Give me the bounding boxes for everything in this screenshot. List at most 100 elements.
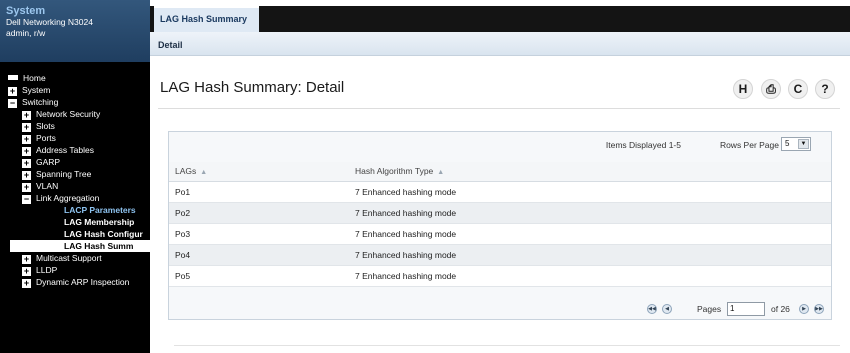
expand-icon[interactable]: + [22, 183, 31, 192]
lag-table: LAGs ▲ Hash Algorithm Type ▲ Po1 7 Enhance… [169, 162, 831, 287]
nav-link-aggregation-label: Link Aggregation [36, 193, 100, 203]
nav-network-security-label: Network Security [36, 109, 101, 119]
sort-icon: ▲ [437, 169, 445, 177]
expand-icon[interactable]: + [22, 135, 31, 144]
nav-system-label: System [22, 85, 51, 95]
nav-network-security[interactable]: + Network Security [0, 108, 150, 120]
page-total: of 26 [771, 304, 790, 314]
nav-dynamic-arp-inspection[interactable]: + Dynamic ARP Inspection [0, 276, 150, 288]
hash-cell: 7 Enhanced hashing mode [349, 244, 831, 266]
divider [158, 108, 840, 109]
nav-spanning-tree[interactable]: + Spanning Tree [0, 168, 150, 180]
expand-icon[interactable]: + [22, 279, 31, 288]
nav-lldp-label: LLDP [36, 265, 58, 275]
main-content: LAG Hash Summary Detail LAG Hash Summary… [150, 0, 850, 353]
system-title: System [6, 5, 46, 17]
nav-lacp-parameters[interactable]: LACP Parameters [0, 204, 150, 216]
nav-home-label: Home [23, 73, 46, 83]
first-page-icon[interactable]: ◀◀ [647, 304, 657, 314]
table-row[interactable]: Po4 7 Enhanced hashing mode [169, 244, 831, 266]
nav-garp[interactable]: + GARP [0, 156, 150, 168]
nav-multicast-support[interactable]: + Multicast Support [0, 252, 150, 264]
hash-cell: 7 Enhanced hashing mode [349, 181, 831, 203]
nav-switching[interactable]: − Switching [0, 96, 150, 108]
nav-lag-membership[interactable]: LAG Membership [0, 216, 150, 228]
column-header-lags[interactable]: LAGs ▲ [169, 162, 349, 182]
expand-icon[interactable]: + [22, 267, 31, 276]
sub-tab-bar: Detail [150, 32, 850, 56]
help-icon[interactable]: H [733, 79, 753, 99]
nav-garp-label: GARP [36, 157, 61, 167]
device-name: Dell Networking N3024 [6, 17, 93, 27]
nav-ports-label: Ports [36, 133, 56, 143]
rows-per-page-value: 5 [785, 139, 790, 148]
rows-per-page-label: Rows Per Page [719, 140, 779, 150]
column-header-hash-algorithm[interactable]: Hash Algorithm Type ▲ [349, 162, 831, 182]
last-page-icon[interactable]: ▶▶ [814, 304, 824, 314]
lag-cell: Po3 [169, 223, 349, 245]
nav-spanning-tree-label: Spanning Tree [36, 169, 92, 179]
collapse-icon[interactable]: − [22, 195, 31, 204]
hash-cell: 7 Enhanced hashing mode [349, 265, 831, 287]
lag-cell: Po5 [169, 265, 349, 287]
hash-cell: 7 Enhanced hashing mode [349, 223, 831, 245]
table-row[interactable]: Po2 7 Enhanced hashing mode [169, 202, 831, 224]
table-header-row: LAGs ▲ Hash Algorithm Type ▲ [169, 162, 831, 182]
nav-vlan-label: VLAN [36, 181, 59, 191]
lag-cell: Po4 [169, 244, 349, 266]
expand-icon[interactable]: + [22, 147, 31, 156]
column-header-hash-label: Hash Algorithm Type [355, 166, 434, 177]
table-row[interactable]: Po1 7 Enhanced hashing mode [169, 181, 831, 203]
lag-cell: Po2 [169, 202, 349, 224]
next-page-icon[interactable]: ▶ [799, 304, 809, 314]
data-grid: Items Displayed 1-5 Rows Per Page 5 ▼ LA… [168, 131, 832, 320]
tab-bar: LAG Hash Summary [150, 6, 850, 32]
prev-page-icon[interactable]: ◀ [662, 304, 672, 314]
nav-home[interactable]: Home [0, 72, 150, 84]
table-row[interactable]: Po3 7 Enhanced hashing mode [169, 223, 831, 245]
nav-slots[interactable]: + Slots [0, 120, 150, 132]
sort-icon: ▲ [200, 169, 208, 177]
grid-toolbar: Items Displayed 1-5 Rows Per Page 5 ▼ [169, 132, 831, 158]
hash-cell: 7 Enhanced hashing mode [349, 202, 831, 224]
system-header[interactable]: System Dell Networking N3024 admin, r/w [0, 0, 150, 62]
page-title: LAG Hash Summary: Detail [160, 79, 345, 96]
nav-vlan[interactable]: + VLAN [0, 180, 150, 192]
nav-lldp[interactable]: + LLDP [0, 264, 150, 276]
collapse-icon[interactable]: − [8, 99, 17, 108]
pages-label: Pages [697, 304, 722, 314]
nav-lag-hash-configuration[interactable]: LAG Hash Configur [0, 228, 150, 240]
expand-icon[interactable]: + [22, 159, 31, 168]
tab-lag-hash-summary[interactable]: LAG Hash Summary [154, 6, 260, 32]
question-icon[interactable]: ? [815, 79, 835, 99]
user-info: admin, r/w [6, 28, 46, 38]
nav-lag-hash-summary[interactable]: LAG Hash Summ [10, 240, 150, 252]
nav-ports[interactable]: + Ports [0, 132, 150, 144]
home-icon [8, 75, 18, 80]
nav-system[interactable]: + System [0, 84, 150, 96]
expand-icon[interactable]: + [8, 87, 17, 96]
nav-address-tables-label: Address Tables [36, 145, 94, 155]
column-header-lags-label: LAGs [175, 166, 197, 177]
sidebar: System Dell Networking N3024 admin, r/w … [0, 0, 150, 353]
divider [174, 345, 840, 346]
expand-icon[interactable]: + [22, 171, 31, 180]
refresh-icon[interactable]: C [788, 79, 808, 99]
print-icon[interactable]: ⎙ [761, 79, 781, 99]
pager: ◀◀ ◀ Pages 1 of 26 ▶ ▶▶ [169, 301, 831, 319]
expand-icon[interactable]: + [22, 255, 31, 264]
table-row[interactable]: Po5 7 Enhanced hashing mode [169, 265, 831, 287]
nav-link-aggregation[interactable]: − Link Aggregation [0, 192, 150, 204]
expand-icon[interactable]: + [22, 123, 31, 132]
nav-address-tables[interactable]: + Address Tables [0, 144, 150, 156]
rows-per-page-select[interactable]: 5 ▼ [781, 137, 811, 151]
nav-multicast-support-label: Multicast Support [36, 253, 102, 263]
expand-icon[interactable]: + [22, 111, 31, 120]
chevron-down-icon[interactable]: ▼ [798, 139, 809, 149]
page-number-input[interactable]: 1 [727, 302, 765, 316]
items-displayed: Items Displayed 1-5 [605, 140, 681, 150]
lag-cell: Po1 [169, 181, 349, 203]
nav-tree: Home + System − Switching + Network Securit… [0, 62, 150, 288]
tab-detail[interactable]: Detail [158, 40, 183, 50]
nav-dynamic-arp-inspection-label: Dynamic ARP Inspection [36, 277, 130, 287]
